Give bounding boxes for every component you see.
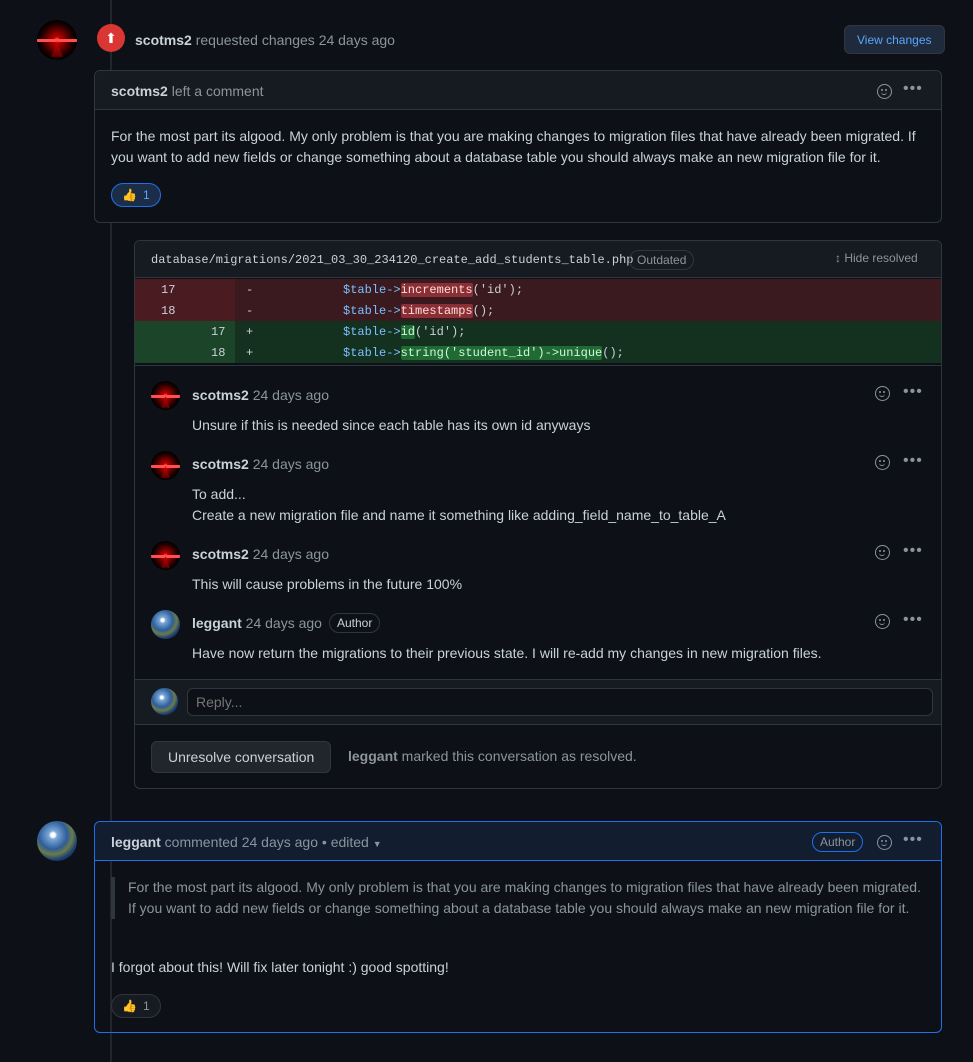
- quoted-text: For the most part its algood. My only pr…: [111, 877, 926, 919]
- diff-sign: +: [246, 346, 254, 360]
- add-reaction-icon[interactable]: [875, 386, 890, 401]
- review-comment-header: scotms2 left a comment •••: [95, 71, 941, 110]
- reaction-count: 1: [142, 188, 150, 202]
- thumbs-up-icon: 👍: [122, 188, 137, 202]
- comment-meta: leggant 24 days ago: [192, 615, 322, 631]
- review-comment-box: scotms2 left a comment ••• For the most …: [94, 70, 942, 223]
- more-options-icon[interactable]: •••: [903, 384, 923, 400]
- avatar[interactable]: [151, 381, 180, 410]
- review-comment-body: For the most part its algood. My only pr…: [111, 128, 916, 165]
- comment-author[interactable]: leggant: [111, 834, 161, 850]
- comment-body: Have now return the migrations to their …: [192, 645, 822, 661]
- author-comment-box: leggant commented 24 days ago • edited ▼…: [94, 821, 942, 1033]
- comment-meta: scotms2 24 days ago: [192, 546, 329, 562]
- request-changes-icon: ⬆: [97, 24, 125, 52]
- view-changes-button[interactable]: View changes: [844, 25, 945, 54]
- avatar[interactable]: [151, 541, 180, 570]
- old-line-number[interactable]: 17: [161, 283, 175, 297]
- comment-author[interactable]: leggant: [192, 615, 242, 631]
- more-options-icon[interactable]: •••: [903, 81, 923, 97]
- diff-line: 18 + $table->string('student_id')->uniqu…: [135, 342, 941, 363]
- reply-bar: [135, 679, 941, 725]
- reaction-count: 1: [142, 999, 150, 1013]
- author-badge: Author: [329, 613, 381, 633]
- add-reaction-icon[interactable]: [877, 84, 892, 99]
- outdated-badge: Outdated: [629, 250, 695, 270]
- comment-meta: scotms2 24 days ago: [192, 456, 329, 472]
- thread-file-header: database/migrations/2021_03_30_234120_cr…: [135, 241, 941, 278]
- avatar[interactable]: [151, 451, 180, 480]
- more-options-icon[interactable]: •••: [903, 453, 923, 469]
- thumbs-up-reaction[interactable]: 👍 1: [111, 183, 161, 207]
- add-reaction-icon[interactable]: [875, 545, 890, 560]
- more-options-icon[interactable]: •••: [903, 832, 923, 848]
- diff-code: $table->string('student_id')->unique();: [343, 346, 624, 360]
- diff-hunk: 17 - $table->increments('id'); 18 - $tab…: [135, 278, 941, 365]
- comment-time[interactable]: 24 days ago: [242, 834, 318, 850]
- new-line-number[interactable]: 17: [211, 325, 225, 339]
- review-event-text: scotms2 requested changes 24 days ago: [135, 32, 395, 48]
- comment-time[interactable]: 24 days ago: [253, 456, 329, 472]
- edited-dropdown[interactable]: • edited ▼: [322, 834, 382, 850]
- add-reaction-icon[interactable]: [875, 455, 890, 470]
- comment-author[interactable]: scotms2: [192, 456, 249, 472]
- hide-resolved-button[interactable]: ↕ Hide resolved: [835, 251, 918, 265]
- diff-line: 18 - $table->timestamps();: [135, 300, 941, 321]
- caret-down-icon: ▼: [372, 839, 382, 849]
- avatar: [151, 688, 178, 715]
- diff-line: 17 + $table->id('id');: [135, 321, 941, 342]
- diff-sign: -: [246, 283, 254, 297]
- comment-author[interactable]: scotms2: [192, 387, 249, 403]
- old-line-number[interactable]: 18: [161, 304, 175, 318]
- comment-time[interactable]: 24 days ago: [253, 546, 329, 562]
- comment-body: I forgot about this! Will fix later toni…: [111, 959, 449, 975]
- review-time[interactable]: 24 days ago: [319, 32, 395, 48]
- comment-body: This will cause problems in the future 1…: [192, 576, 463, 592]
- avatar[interactable]: [37, 20, 77, 60]
- resolved-note: leggant marked this conversation as reso…: [348, 748, 637, 764]
- unresolve-conversation-button[interactable]: Unresolve conversation: [151, 741, 332, 773]
- author-badge: Author: [812, 832, 864, 852]
- more-options-icon[interactable]: •••: [903, 543, 923, 559]
- diff-code: $table->id('id');: [343, 325, 466, 339]
- diff-sign: +: [246, 325, 254, 339]
- author-comment-header: leggant commented 24 days ago • edited ▼…: [95, 822, 941, 861]
- resolved-user[interactable]: leggant: [348, 748, 398, 764]
- more-options-icon[interactable]: •••: [903, 612, 923, 628]
- comment-body-line: Create a new migration file and name it …: [192, 507, 726, 523]
- thumbs-up-reaction[interactable]: 👍 1: [111, 994, 161, 1018]
- comment-meta: scotms2 24 days ago: [192, 387, 329, 403]
- thumbs-up-icon: 👍: [122, 999, 137, 1013]
- comment-action: left a comment: [171, 83, 264, 99]
- review-action: requested changes: [195, 32, 315, 48]
- comment-body: Unsure if this is needed since each tabl…: [192, 417, 591, 433]
- comment-body-line: To add...: [192, 486, 246, 502]
- review-author[interactable]: scotms2: [135, 32, 192, 48]
- fold-icon: ↕: [835, 251, 841, 265]
- review-thread: database/migrations/2021_03_30_234120_cr…: [134, 240, 942, 789]
- hide-resolved-label: Hide resolved: [844, 251, 918, 265]
- comment-time[interactable]: 24 days ago: [253, 387, 329, 403]
- comment-author[interactable]: scotms2: [111, 83, 168, 99]
- file-path[interactable]: database/migrations/2021_03_30_234120_cr…: [151, 253, 633, 267]
- comment-action: commented: [164, 834, 238, 850]
- comment-author[interactable]: scotms2: [192, 546, 249, 562]
- diff-sign: -: [246, 304, 254, 318]
- diff-code: $table->increments('id');: [343, 283, 524, 297]
- diff-line: 17 - $table->increments('id');: [135, 279, 941, 300]
- add-reaction-icon[interactable]: [877, 835, 892, 850]
- edited-label: • edited: [321, 834, 369, 850]
- comment-time[interactable]: 24 days ago: [246, 615, 322, 631]
- avatar[interactable]: [37, 821, 77, 861]
- diff-code: $table->timestamps();: [343, 304, 495, 318]
- reply-input[interactable]: [187, 688, 933, 716]
- avatar[interactable]: [151, 610, 180, 639]
- new-line-number[interactable]: 18: [211, 346, 225, 360]
- resolved-text: marked this conversation as resolved.: [401, 748, 637, 764]
- add-reaction-icon[interactable]: [875, 614, 890, 629]
